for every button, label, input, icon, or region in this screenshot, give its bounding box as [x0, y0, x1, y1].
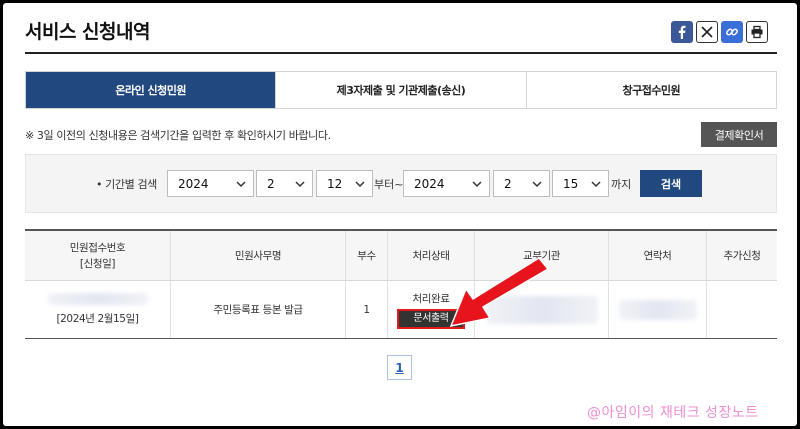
from-month-value: 2 [267, 176, 275, 191]
contact-cell [609, 281, 707, 338]
status-text: 처리완료 [412, 292, 450, 305]
search-panel: • 기간별 검색 2024 2 12 부터~ 2024 2 15 까지 검색 [25, 154, 777, 213]
from-year-value: 2024 [178, 176, 209, 191]
to-year-value: 2024 [414, 176, 445, 191]
from-year-select[interactable]: 2024 [167, 170, 254, 197]
table-row: [2024년 2월15일] 주민등록표 등본 발급 1 처리완료 문서출력 [25, 281, 777, 339]
header-copies: 부수 [346, 231, 388, 280]
page-frame: 서비스 신청내역 온라인 신청민원 제3자제출 및 기관제출(송신) 창구접수민… [3, 3, 797, 426]
print-icon[interactable] [746, 21, 768, 43]
from-day-value: 12 [327, 176, 343, 191]
from-month-select[interactable]: 2 [256, 170, 313, 197]
page-title: 서비스 신청내역 [25, 21, 150, 43]
from-day-select[interactable]: 12 [316, 170, 373, 197]
link-icon[interactable] [721, 21, 743, 43]
redacted-contact [618, 299, 697, 320]
facebook-icon[interactable] [671, 21, 693, 43]
applications-table: 민원접수번호 [신청일] 민원사무명 부수 처리상태 교부기관 연락처 추가신청… [25, 229, 777, 339]
payment-receipt-button[interactable]: 결제확인서 [701, 122, 777, 147]
to-month-value: 2 [504, 176, 512, 191]
chevron-down-icon [236, 181, 246, 188]
search-button[interactable]: 검색 [640, 170, 702, 197]
chevron-down-icon [532, 181, 542, 188]
copies-cell: 1 [346, 281, 388, 338]
chevron-down-icon [355, 181, 365, 188]
chevron-down-icon [472, 181, 482, 188]
search-notice: ※ 3일 이전의 신청내용은 검색기간을 입력한 후 확인하시기 바랍니다. [25, 129, 331, 142]
page-1-link[interactable]: 1 [387, 355, 412, 380]
x-icon[interactable] [696, 21, 718, 43]
tab-third-party-submission[interactable]: 제3자제출 및 기관제출(송신) [276, 72, 527, 108]
header-application-date-label: [신청일] [79, 257, 116, 270]
tab-online-applications[interactable]: 온라인 신청민원 [26, 72, 277, 108]
header-contact: 연락처 [609, 231, 707, 280]
redacted-receipt-number [47, 292, 148, 305]
tab-counter-applications[interactable]: 창구접수민원 [526, 72, 776, 108]
from-suffix: 부터~ [374, 178, 404, 191]
title-divider [25, 52, 777, 54]
to-suffix: 까지 [611, 178, 632, 191]
application-date: [2024년 2월15일] [56, 312, 139, 325]
header-additional: 추가신청 [723, 249, 761, 262]
receipt-number-cell: [2024년 2월15일] [25, 281, 171, 338]
search-label: • 기간별 검색 [96, 178, 157, 191]
header-service-name: 민원사무명 [171, 231, 346, 280]
to-year-select[interactable]: 2024 [403, 170, 490, 197]
header-receipt-number: 민원접수번호 [신청일] [25, 231, 171, 280]
table-header: 민원접수번호 [신청일] 민원사무명 부수 처리상태 교부기관 연락처 추가신청 [25, 231, 777, 281]
watermark: @아임이의 재테크 성장노트 [587, 405, 759, 421]
service-name-cell: 주민등록표 등본 발급 [171, 281, 346, 338]
to-day-select[interactable]: 15 [552, 170, 609, 197]
chevron-down-icon [591, 181, 601, 188]
to-month-select[interactable]: 2 [493, 170, 550, 197]
chevron-down-icon [295, 181, 305, 188]
additional-cell [707, 281, 777, 338]
header-receipt-number-label: 민원접수번호 [69, 241, 126, 254]
to-day-value: 15 [563, 176, 579, 191]
red-arrow-annotation [449, 257, 549, 328]
tab-bar: 온라인 신청민원 제3자제출 및 기관제출(송신) 창구접수민원 [25, 71, 777, 109]
